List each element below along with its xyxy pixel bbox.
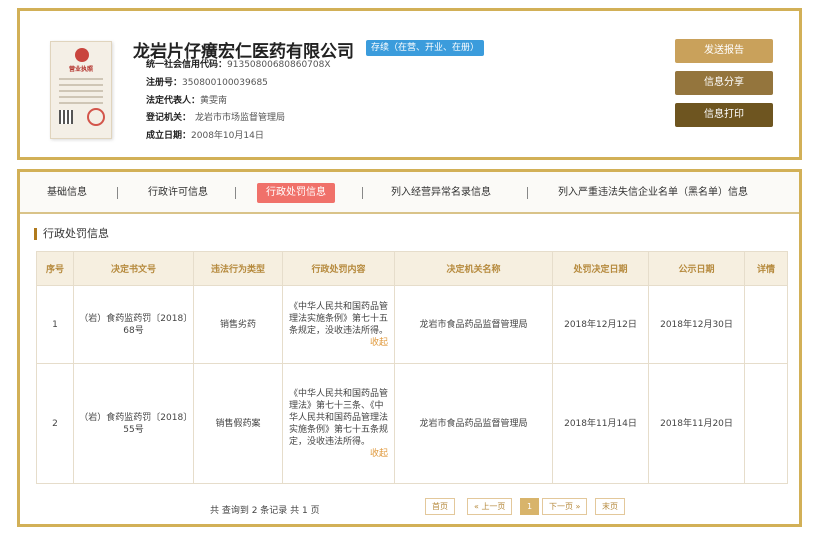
last-page-button[interactable]: 末页 <box>595 498 625 515</box>
info-value: 2008年10月14日 <box>191 131 264 141</box>
next-page-button[interactable]: 下一页 » <box>542 498 588 515</box>
pagination-summary: 共 查询到 2 条记录 共 1 页 <box>210 506 320 516</box>
decision-date: 2018年12月12日 <box>552 285 649 364</box>
column-header: 决定书文号 <box>73 251 194 286</box>
info-value: 黄雯南 <box>200 96 228 106</box>
tab-abnormal-list[interactable]: 列入经营异常名录信息 <box>391 183 491 203</box>
tab-bar: 基础信息 行政许可信息 行政处罚信息 列入经营异常名录信息 列入严重违法失信企业… <box>20 172 799 214</box>
detail-card: 基础信息 行政许可信息 行政处罚信息 列入经营异常名录信息 列入严重违法失信企业… <box>17 169 802 527</box>
column-header: 违法行为类型 <box>193 251 283 286</box>
row-number: 1 <box>36 285 74 364</box>
penalty-content-cell: 《中华人民共和国药品管理法》第七十三条、《中华人民共和国药品管理法实施条例》第七… <box>282 363 395 484</box>
current-page-button[interactable]: 1 <box>520 498 540 515</box>
business-license-image[interactable]: 营业执照 <box>50 41 112 139</box>
table-row: 2 （岩）食药监药罚〔2018〕55号 销售假药案 《中华人民共和国药品管理法》… <box>36 363 788 484</box>
info-value: 350800100039685 <box>182 78 268 88</box>
decision-doc-no: （岩）食药监药罚〔2018〕55号 <box>73 363 194 484</box>
info-row-authority: 登记机关： 龙岩市市场监督管理局 <box>146 112 285 124</box>
info-row-established: 成立日期：2008年10月14日 <box>146 130 264 142</box>
table-row: 1 （岩）食药监药罚〔2018〕68号 销售劣药 《中华人民共和国药品管理法实施… <box>36 285 788 364</box>
column-header: 处罚决定日期 <box>552 251 649 286</box>
penalty-content: 《中华人民共和国药品管理法》第七十三条、《中华人民共和国药品管理法实施条例》第七… <box>289 388 389 447</box>
license-text-lines <box>59 78 103 108</box>
license-title: 营业执照 <box>68 66 93 73</box>
tab-separator <box>235 187 236 199</box>
table-header-row: 序号 决定书文号 违法行为类型 行政处罚内容 决定机关名称 处罚决定日期 公示日… <box>36 251 788 286</box>
national-emblem-icon <box>75 48 89 62</box>
column-header: 行政处罚内容 <box>282 251 395 286</box>
tab-admin-penalty[interactable]: 行政处罚信息 <box>257 183 335 203</box>
send-report-button[interactable]: 发送报告 <box>675 39 773 63</box>
official-seal-icon <box>87 108 105 126</box>
tab-blacklist[interactable]: 列入严重违法失信企业名单（黑名单）信息 <box>558 183 748 203</box>
info-label: 法定代表人： <box>146 96 201 106</box>
detail-cell[interactable] <box>744 363 788 484</box>
tab-separator <box>527 187 528 199</box>
print-info-button[interactable]: 信息打印 <box>675 103 773 127</box>
tab-basic-info[interactable]: 基础信息 <box>47 183 87 203</box>
violation-type: 销售假药案 <box>193 363 283 484</box>
column-header: 详情 <box>744 251 788 286</box>
first-page-button[interactable]: 首页 <box>425 498 455 515</box>
prev-page-button[interactable]: « 上一页 <box>467 498 513 515</box>
tab-admin-license[interactable]: 行政许可信息 <box>148 183 208 203</box>
tab-separator <box>117 187 118 199</box>
publish-date: 2018年12月30日 <box>648 285 745 364</box>
column-header: 公示日期 <box>648 251 745 286</box>
info-value: 龙岩市市场监督管理局 <box>195 113 286 123</box>
column-header: 决定机关名称 <box>394 251 553 286</box>
authority-name: 龙岩市食品药品监督管理局 <box>394 363 553 484</box>
info-value: 91350800680860708X <box>227 60 331 70</box>
info-label: 统一社会信用代码： <box>146 60 228 70</box>
info-row-reg-no: 注册号：350800100039685 <box>146 77 268 89</box>
company-header-card: 营业执照 龙岩片仔癀宏仁医药有限公司 存续（在营、开业、在册） 统一社会信用代码… <box>17 8 802 160</box>
decision-doc-no: （岩）食药监药罚〔2018〕68号 <box>73 285 194 364</box>
column-header: 序号 <box>36 251 74 286</box>
penalty-table: 序号 决定书文号 违法行为类型 行政处罚内容 决定机关名称 处罚决定日期 公示日… <box>36 251 788 484</box>
info-row-legal-rep: 法定代表人：黄雯南 <box>146 95 227 107</box>
row-number: 2 <box>36 363 74 484</box>
publish-date: 2018年11月20日 <box>648 363 745 484</box>
info-label: 注册号： <box>146 78 183 88</box>
authority-name: 龙岩市食品药品监督管理局 <box>394 285 553 364</box>
penalty-content-cell: 《中华人民共和国药品管理法实施条例》第七十五条规定，没收违法所得。 收起 <box>282 285 395 364</box>
violation-type: 销售劣药 <box>193 285 283 364</box>
penalty-content: 《中华人民共和国药品管理法实施条例》第七十五条规定，没收违法所得。 <box>289 301 389 336</box>
decision-date: 2018年11月14日 <box>552 363 649 484</box>
info-label: 登记机关： <box>146 113 192 123</box>
section-title: 行政处罚信息 <box>34 228 109 240</box>
share-info-button[interactable]: 信息分享 <box>675 71 773 95</box>
status-badge: 存续（在营、开业、在册） <box>366 40 485 56</box>
detail-cell[interactable] <box>744 285 788 364</box>
info-row-credit-code: 统一社会信用代码：91350800680860708X <box>146 59 331 71</box>
tab-separator <box>362 187 363 199</box>
collapse-link[interactable]: 收起 <box>370 337 388 349</box>
collapse-link[interactable]: 收起 <box>370 448 388 460</box>
info-label: 成立日期： <box>146 131 192 141</box>
qr-code-icon <box>59 110 73 124</box>
